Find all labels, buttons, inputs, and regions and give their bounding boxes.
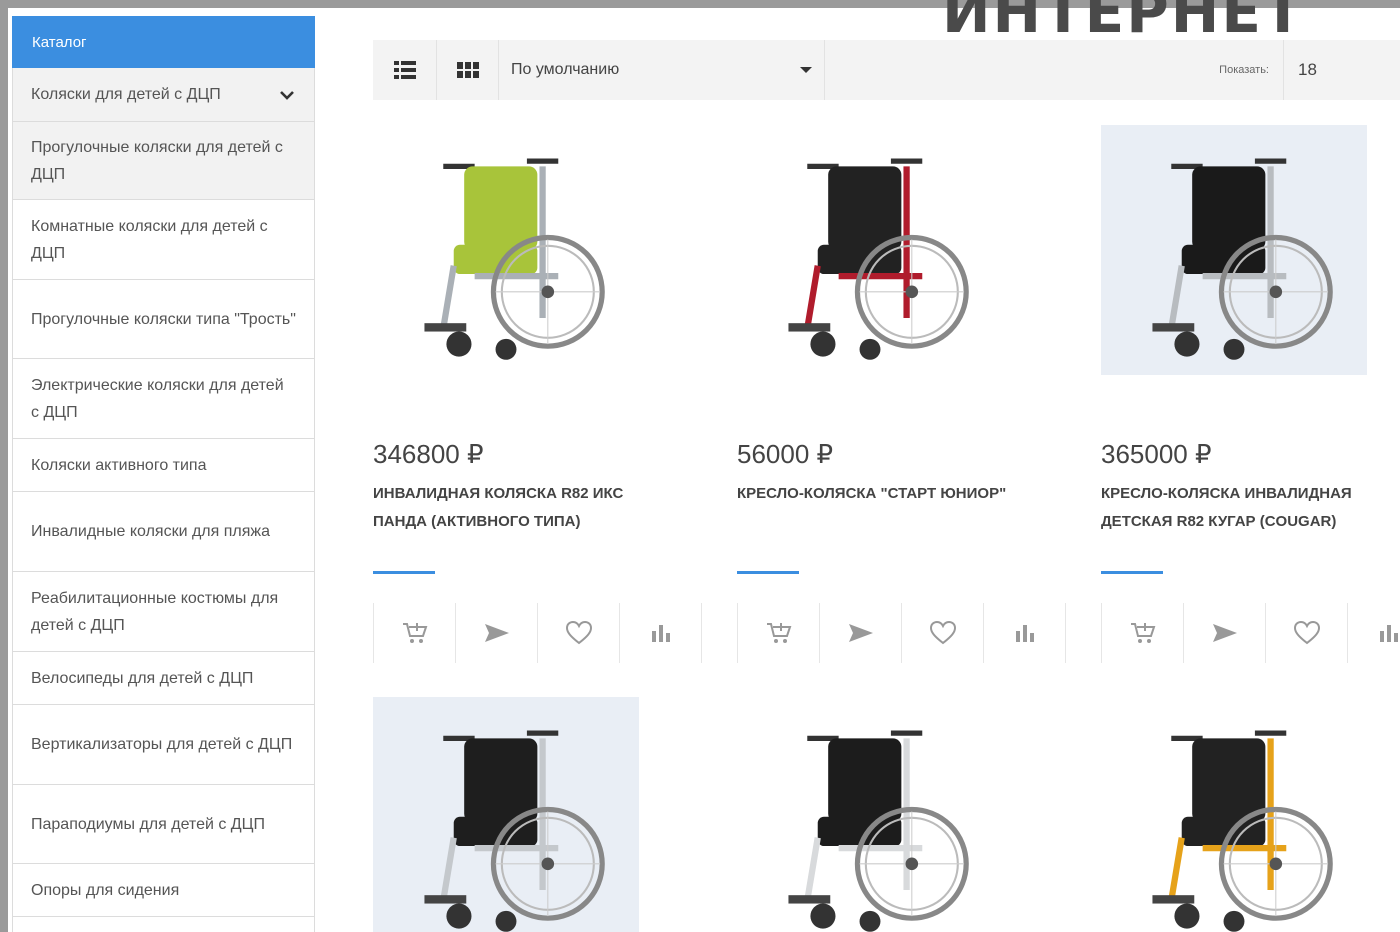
- send-icon: [848, 624, 873, 642]
- quick-order-button[interactable]: [456, 603, 538, 663]
- compare-button[interactable]: [620, 603, 702, 663]
- wheelchair-illustration: [1152, 730, 1333, 932]
- sidebar-item-indoor[interactable]: Комнатные коляски для детей с ДЦП: [12, 200, 315, 280]
- wheelchair-illustration: [1152, 158, 1333, 360]
- product-card[interactable]: [737, 697, 1065, 932]
- product-image[interactable]: [1101, 697, 1367, 932]
- catalog-header[interactable]: Каталог: [12, 16, 315, 68]
- sidebar-item-partial[interactable]: [12, 917, 315, 932]
- product-image[interactable]: [1101, 125, 1367, 375]
- product-image[interactable]: [737, 697, 1003, 932]
- product-image[interactable]: [737, 125, 1003, 375]
- product-image[interactable]: [373, 697, 639, 932]
- add-to-wishlist-button[interactable]: [538, 603, 620, 663]
- sidebar-item-label: Электрические коляски для детей с ДЦП: [31, 376, 284, 421]
- compare-button[interactable]: [1348, 603, 1400, 663]
- grid-view-button[interactable]: [437, 40, 499, 100]
- compare-button[interactable]: [984, 603, 1066, 663]
- cart-plus-icon: [1130, 623, 1155, 643]
- accent-divider: [1101, 571, 1163, 574]
- caret-down-icon: [800, 67, 812, 73]
- accent-divider: [737, 571, 799, 574]
- sidebar-item-label: Велосипеды для детей с ДЦП: [31, 669, 254, 687]
- heart-icon: [1293, 621, 1320, 645]
- bar-chart-icon: [1379, 625, 1398, 642]
- product-card[interactable]: 346800 ₽ Инвалидная коляска R82 Икс Панда…: [373, 125, 702, 665]
- sidebar-item-label: Коляски активного типа: [31, 456, 207, 474]
- sidebar-item-parapodiums[interactable]: Параподиумы для детей с ДЦП: [12, 785, 315, 864]
- sidebar-item-label: Коляски для детей с ДЦП: [31, 86, 221, 103]
- accent-divider: [373, 571, 435, 574]
- sidebar-item-electric[interactable]: Электрические коляски для детей с ДЦП: [12, 359, 315, 439]
- bar-chart-icon: [651, 625, 670, 642]
- product-title[interactable]: Инвалидная коляска R82 Икс Панда (активн…: [373, 480, 673, 536]
- send-icon: [1212, 624, 1237, 642]
- wheelchair-illustration: [424, 158, 605, 360]
- add-to-wishlist-button[interactable]: [902, 603, 984, 663]
- sort-select[interactable]: По умолчанию: [499, 40, 825, 100]
- list-view-icon: [393, 61, 416, 79]
- sidebar-item-seat-supports[interactable]: Опоры для сидения: [12, 864, 315, 917]
- sidebar-item-verticalizers[interactable]: Вертикализаторы для детей с ДЦП: [12, 705, 315, 785]
- product-image[interactable]: [373, 125, 639, 375]
- cart-plus-icon: [402, 623, 427, 643]
- grid-view-icon: [456, 62, 479, 78]
- sidebar-item-label: Комнатные коляски для детей с ДЦП: [31, 217, 268, 262]
- show-count-label: Показать:: [1219, 64, 1269, 76]
- sidebar-item-stroller[interactable]: Прогулочные коляски для детей с ДЦП: [12, 122, 315, 200]
- catalog-toolbar: По умолчанию Показать: 18: [373, 40, 1400, 100]
- sidebar-item-wheelchairs[interactable]: Коляски для детей с ДЦП: [12, 68, 315, 122]
- product-card[interactable]: 365000 ₽ Кресло-коляска инвалидная детска…: [1101, 125, 1400, 665]
- show-count-select[interactable]: 18: [1283, 40, 1400, 100]
- add-to-cart-button[interactable]: [374, 603, 456, 663]
- product-actions: [373, 603, 702, 663]
- product-card[interactable]: 56000 ₽ Кресло-коляска "Старт Юниор": [737, 125, 1066, 665]
- wheelchair-illustration: [788, 158, 969, 360]
- product-price: 346800 ₽: [373, 439, 484, 469]
- cart-plus-icon: [766, 623, 791, 643]
- chevron-down-icon[interactable]: [280, 88, 294, 102]
- list-view-button[interactable]: [373, 40, 437, 100]
- quick-order-button[interactable]: [1184, 603, 1266, 663]
- wheelchair-illustration: [424, 730, 605, 932]
- product-card[interactable]: [1101, 697, 1400, 932]
- sidebar-item-cane-type[interactable]: Прогулочные коляски типа "Трость": [12, 280, 315, 359]
- sidebar-item-label: Реабилитационные костюмы для детей с ДЦП: [31, 589, 279, 634]
- catalog-sidebar: Каталог Коляски для детей с ДЦП Прогулоч…: [12, 16, 315, 932]
- sidebar-item-label: Вертикализаторы для детей с ДЦП: [31, 736, 293, 753]
- heart-icon: [929, 621, 956, 645]
- sidebar-item-beach[interactable]: Инвалидные коляски для пляжа: [12, 492, 315, 572]
- add-to-cart-button[interactable]: [738, 603, 820, 663]
- sidebar-item-label: Опоры для сидения: [31, 881, 180, 899]
- sidebar-item-suits[interactable]: Реабилитационные костюмы для детей с ДЦП: [12, 572, 315, 652]
- sidebar-item-label: Прогулочные коляски типа "Трость": [31, 310, 296, 328]
- sidebar-item-bicycles[interactable]: Велосипеды для детей с ДЦП: [12, 652, 315, 705]
- add-to-wishlist-button[interactable]: [1266, 603, 1348, 663]
- sidebar-item-label: Параподиумы для детей с ДЦП: [31, 815, 265, 833]
- wheelchair-illustration: [788, 730, 969, 932]
- product-price: 365000 ₽: [1101, 439, 1212, 469]
- window-frame-left: [0, 0, 8, 932]
- sidebar-item-label: Инвалидные коляски для пляжа: [31, 523, 270, 540]
- product-actions: [1101, 603, 1400, 663]
- send-icon: [484, 624, 509, 642]
- product-title[interactable]: Кресло-коляска инвалидная детская R82 Ку…: [1101, 480, 1400, 536]
- show-count-value: 18: [1298, 60, 1317, 79]
- product-price: 56000 ₽: [737, 439, 834, 469]
- add-to-cart-button[interactable]: [1102, 603, 1184, 663]
- heart-icon: [565, 621, 592, 645]
- sidebar-item-label: Прогулочные коляски для детей с ДЦП: [31, 138, 283, 183]
- product-actions: [737, 603, 1066, 663]
- product-title[interactable]: Кресло-коляска "Старт Юниор": [737, 480, 1037, 508]
- bar-chart-icon: [1015, 625, 1034, 642]
- quick-order-button[interactable]: [820, 603, 902, 663]
- product-card[interactable]: [373, 697, 701, 932]
- sidebar-item-active[interactable]: Коляски активного типа: [12, 439, 315, 492]
- sort-select-value: По умолчанию: [511, 61, 620, 78]
